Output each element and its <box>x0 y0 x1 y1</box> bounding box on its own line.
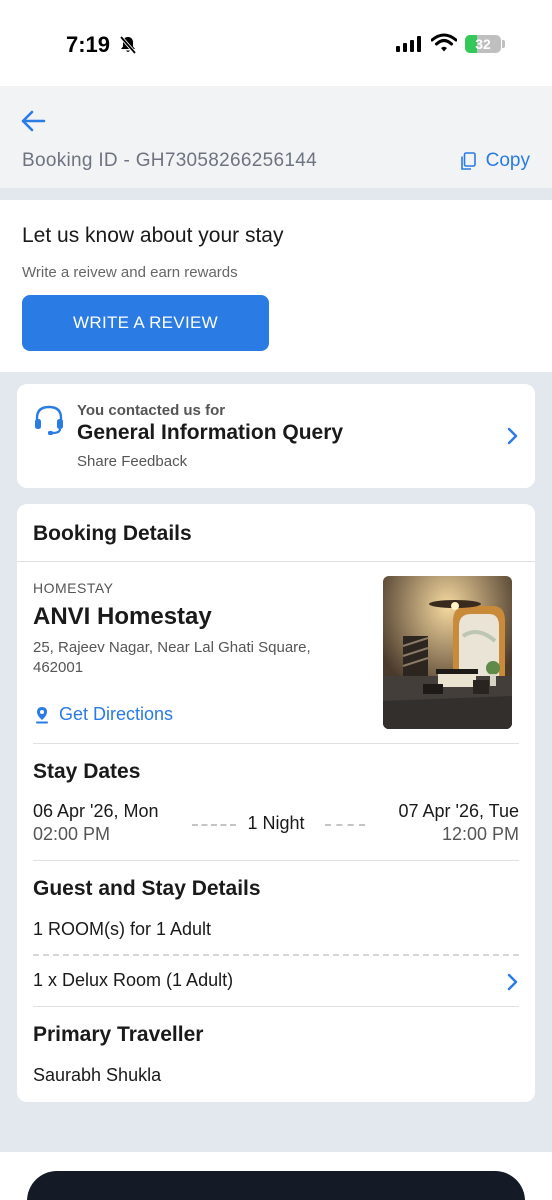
bell-slash-icon <box>119 35 137 55</box>
property-name: ANVI Homestay <box>33 603 212 630</box>
review-title: Let us know about your stay <box>22 224 284 247</box>
chevron-right-icon <box>507 973 518 991</box>
checkout-block: 07 Apr '26, Tue 12:00 PM <box>398 800 519 846</box>
divider <box>33 1006 519 1007</box>
dashed-divider <box>33 954 519 956</box>
write-review-button[interactable]: WRITE A REVIEW <box>22 295 269 351</box>
header: Booking ID - GH73058266256144 Copy <box>0 86 552 188</box>
booking-details-card: Booking Details HOMESTAY ANVI Homestay 2… <box>17 504 535 1102</box>
guest-details-title: Guest and Stay Details <box>33 877 261 900</box>
get-directions-link[interactable]: Get Directions <box>35 704 173 725</box>
get-directions-label: Get Directions <box>59 704 174 724</box>
status-bar: 7:19 32 <box>0 0 552 86</box>
copy-label: Copy <box>485 150 530 171</box>
hotel-photo[interactable] <box>383 576 512 729</box>
back-arrow-icon[interactable] <box>20 108 46 134</box>
contact-title: General Information Query <box>77 421 344 444</box>
checkout-date: 07 Apr '26, Tue <box>398 801 519 821</box>
signal-icon <box>396 36 421 52</box>
checkout-time: 12:00 PM <box>441 824 519 844</box>
divider <box>17 561 535 562</box>
contact-pre: You contacted us for <box>77 402 226 419</box>
contact-card[interactable]: You contacted us for General Information… <box>17 384 535 488</box>
battery-cap <box>502 40 505 48</box>
room-type-row[interactable]: 1 x Delux Room (1 Adult) <box>17 964 535 998</box>
bottom-action-bar[interactable] <box>27 1171 525 1200</box>
battery-percent: 32 <box>475 36 491 52</box>
property-type: HOMESTAY <box>33 580 114 596</box>
location-pin-icon <box>36 706 48 723</box>
status-time: 7:19 <box>66 32 111 57</box>
divider <box>33 860 519 861</box>
review-panel: Let us know about your stay Write a reiv… <box>0 200 552 372</box>
rooms-summary: 1 ROOM(s) for 1 Adult <box>33 919 212 939</box>
chevron-right-icon <box>507 427 518 445</box>
copy-button[interactable]: Copy <box>460 150 530 172</box>
share-feedback-link[interactable]: Share Feedback <box>77 453 187 470</box>
booking-id: Booking ID - GH73058266256144 <box>22 150 317 171</box>
traveller-name: Saurabh Shukla <box>33 1065 162 1085</box>
battery-icon: 32 <box>465 35 501 53</box>
room-type: 1 x Delux Room (1 Adult) <box>33 970 234 990</box>
headset-icon <box>35 405 63 435</box>
booking-details-title: Booking Details <box>33 522 192 545</box>
primary-traveller-title: Primary Traveller <box>33 1023 204 1046</box>
stay-dates-title: Stay Dates <box>33 760 141 783</box>
property-address: 25, Rajeev Nagar, Near Lal Ghati Square,… <box>33 639 311 676</box>
dash-separator <box>325 824 365 826</box>
wifi-icon <box>431 33 457 52</box>
divider <box>33 743 519 744</box>
review-subtitle: Write a reivew and earn rewards <box>22 264 238 281</box>
copy-icon <box>460 152 476 170</box>
